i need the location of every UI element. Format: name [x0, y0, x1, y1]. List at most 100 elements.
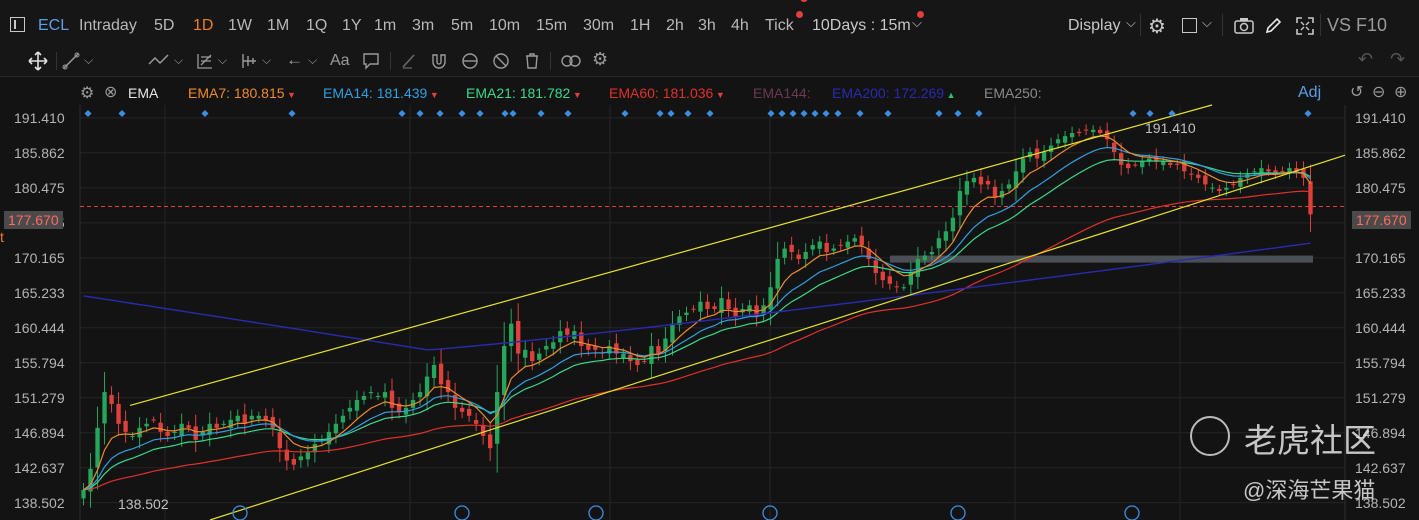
candle [214, 417, 219, 435]
candle [200, 426, 205, 442]
candle-body [992, 186, 998, 198]
candle-body [705, 301, 710, 309]
candle-body [221, 423, 226, 425]
candle [347, 399, 353, 420]
candle-body [1189, 173, 1194, 175]
candle-body [803, 252, 808, 259]
event-diamond-marker [501, 109, 509, 118]
candle [1231, 180, 1236, 189]
candle [782, 241, 787, 265]
candle [473, 412, 479, 432]
event-diamond-marker [118, 109, 126, 118]
candle-body [438, 363, 444, 385]
candle-body [389, 390, 395, 408]
candle-body [144, 423, 149, 427]
candle-body [473, 420, 479, 424]
candle-body [1210, 187, 1215, 189]
candle [593, 337, 598, 358]
candle-body [635, 359, 640, 366]
candle-body [537, 353, 542, 360]
chart-grid [79, 105, 1346, 520]
price-tick-label: 170.165 [14, 249, 65, 266]
candle [698, 291, 703, 323]
candle [523, 340, 528, 368]
ema14-line [83, 146, 1311, 491]
candle [242, 403, 247, 435]
event-diamond-marker [537, 109, 545, 118]
candle-body [565, 328, 570, 335]
candle [466, 403, 472, 422]
candle-body [516, 321, 521, 354]
candle-body [459, 407, 465, 412]
candle-body [1112, 142, 1117, 153]
candle-body [621, 353, 626, 358]
candle [950, 207, 956, 242]
candle-body [228, 419, 233, 429]
watermark-author: @深海芒果猫 [1243, 478, 1376, 503]
candle [151, 416, 156, 423]
price-tick-label: 160.444 [1355, 319, 1406, 336]
candle [845, 234, 850, 255]
event-diamond-marker [834, 109, 842, 118]
candle [487, 421, 493, 462]
candle-body [502, 346, 507, 395]
candle-body [235, 415, 240, 422]
event-diamond-marker [778, 109, 786, 118]
event-diamond-marker [656, 109, 664, 118]
left-edge-marker: t [0, 229, 4, 245]
price-tick-label: 165.233 [14, 284, 65, 301]
candle-body [922, 255, 928, 261]
candle-body [684, 312, 689, 315]
candle-body [1308, 181, 1313, 215]
candle [677, 309, 682, 332]
candle [256, 411, 261, 423]
earnings-circle-marker [588, 505, 604, 520]
event-diamond-marker [458, 109, 466, 118]
candle [943, 221, 949, 251]
price-tick-label: 165.233 [1355, 284, 1406, 301]
candle-body [936, 238, 942, 249]
candle-body [929, 252, 935, 255]
candle-body [354, 399, 360, 411]
event-diamond-marker [811, 109, 819, 118]
candle [1175, 158, 1180, 170]
candle [1259, 159, 1264, 184]
candle [684, 306, 689, 322]
candle [922, 250, 928, 265]
candle-body [838, 244, 843, 246]
price-tick-label: 151.279 [1355, 389, 1406, 406]
candle [186, 421, 191, 432]
price-tick-label: 180.475 [14, 179, 65, 196]
price-tick-label: 155.794 [1355, 354, 1406, 371]
candle [1083, 124, 1089, 136]
candle [908, 262, 914, 296]
candle [775, 241, 780, 307]
candle-body [333, 423, 339, 434]
earnings-circle-marker [454, 505, 470, 520]
candle-body [1083, 129, 1089, 131]
candle [81, 483, 86, 506]
candle-body [1252, 171, 1257, 173]
event-diamond-marker [416, 109, 424, 118]
event-diamond-marker [398, 109, 406, 118]
candle [1090, 125, 1096, 137]
candle-body [691, 308, 696, 310]
candle [726, 291, 731, 317]
candle [1210, 183, 1215, 193]
candle [228, 410, 233, 438]
candle-body [495, 392, 500, 444]
candle [165, 426, 170, 442]
candle-body [277, 432, 282, 449]
candle [964, 170, 970, 206]
candle [999, 183, 1005, 206]
event-diamond-marker [667, 109, 675, 118]
candle-body [1055, 139, 1061, 144]
candle-body [347, 407, 353, 412]
candle-body [642, 360, 647, 362]
candle [565, 321, 570, 343]
candle-body [487, 434, 493, 449]
candle-body [431, 365, 437, 378]
candle [396, 397, 402, 419]
candle-body [1203, 175, 1208, 185]
candle-body [1090, 129, 1096, 133]
